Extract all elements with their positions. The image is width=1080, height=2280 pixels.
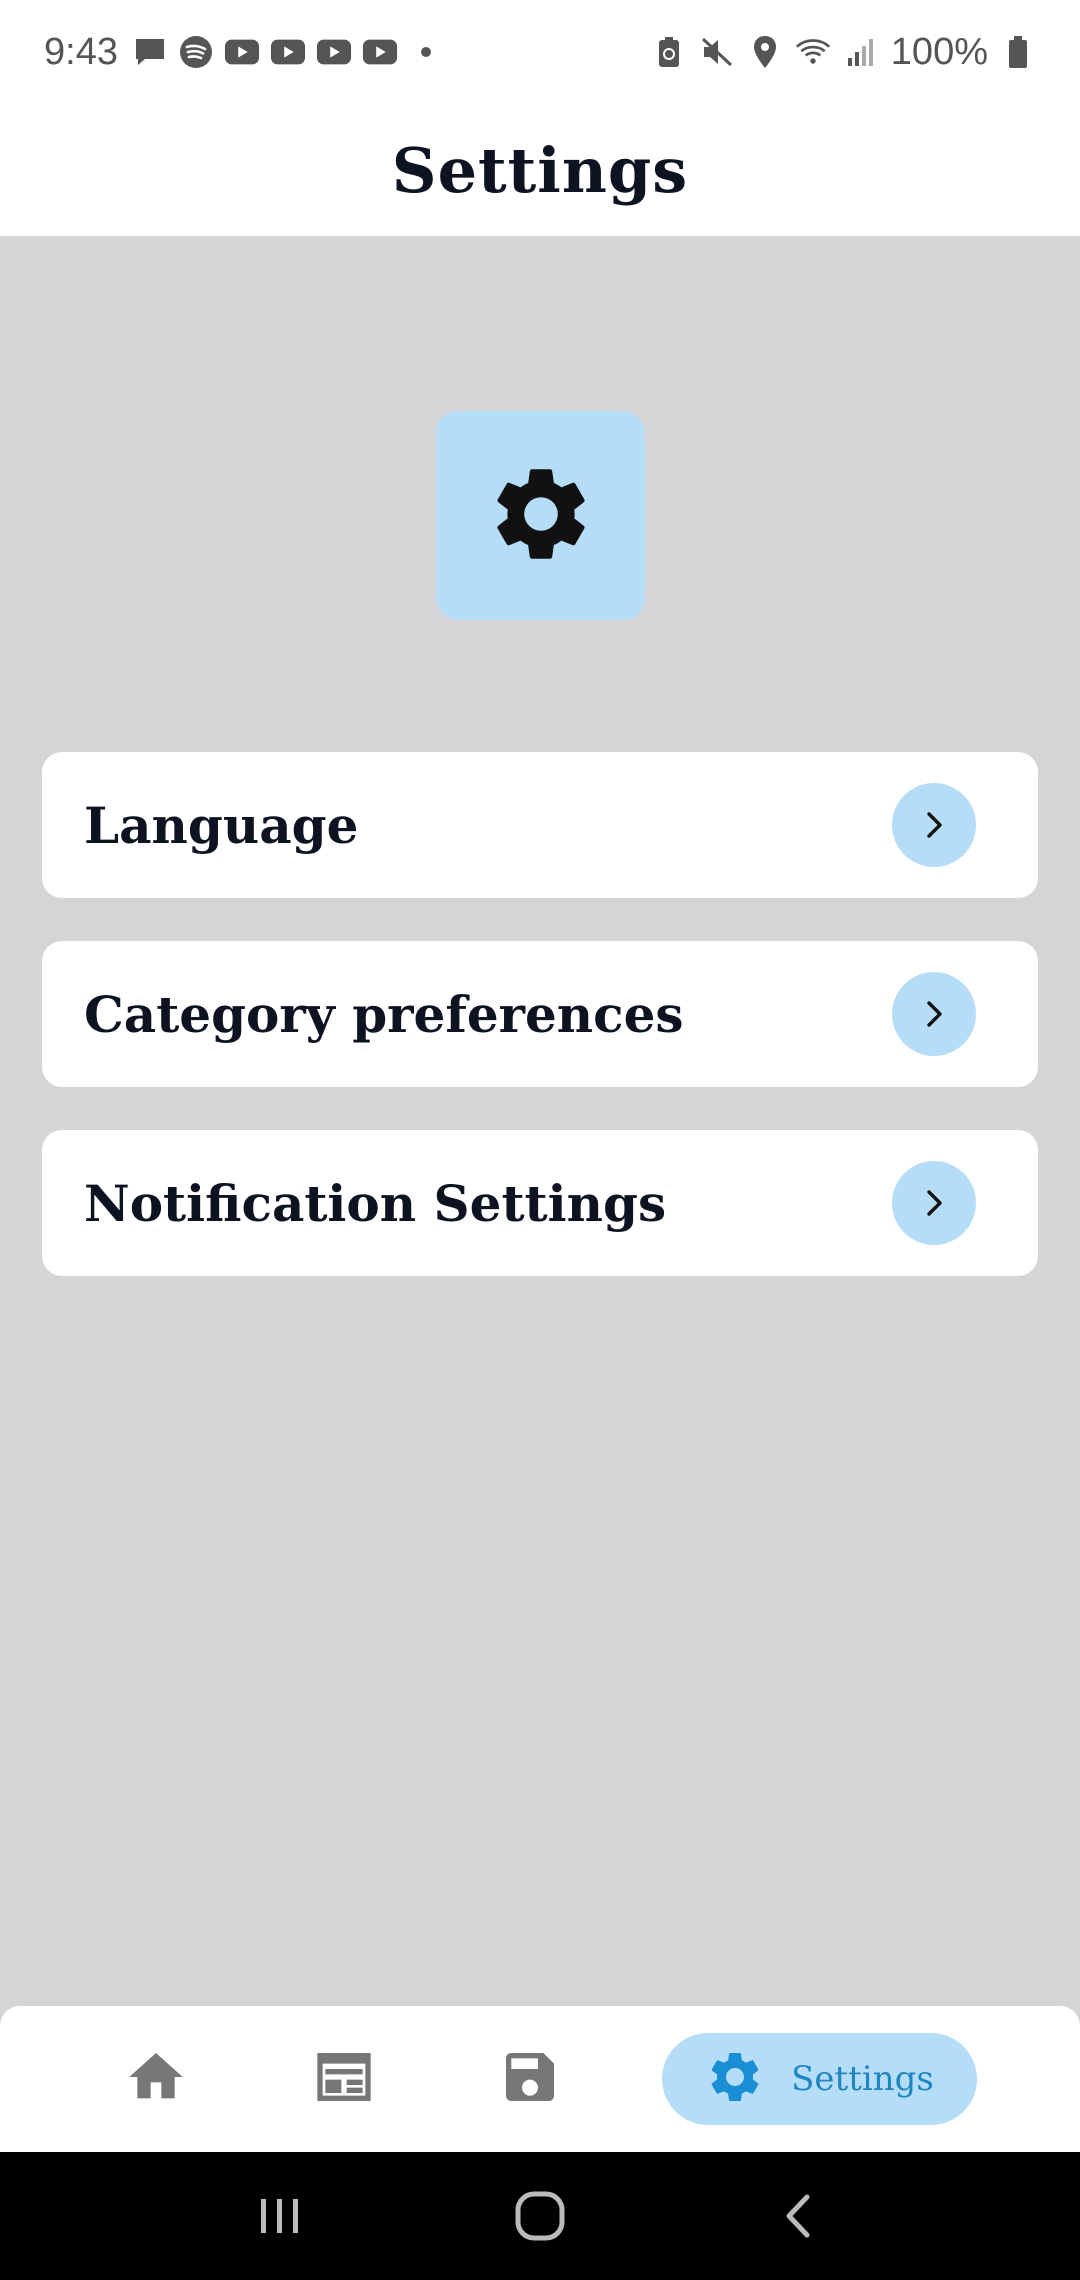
status-notification-icons	[132, 36, 444, 68]
newspaper-icon	[312, 2045, 376, 2113]
bottom-nav: Settings	[0, 2006, 1080, 2152]
location-icon	[747, 36, 783, 68]
nav-saved[interactable]	[484, 2033, 576, 2125]
status-system-icons: 100%	[651, 31, 1036, 74]
signal-icon	[843, 37, 879, 67]
settings-item-notification-settings[interactable]: Notification Settings	[42, 1130, 1038, 1276]
settings-item-label: Language	[84, 795, 359, 855]
settings-item-category-preferences[interactable]: Category preferences	[42, 941, 1038, 1087]
nav-news[interactable]	[298, 2033, 390, 2125]
app-header: Settings	[0, 104, 1080, 236]
message-icon	[132, 37, 168, 67]
dot-icon	[408, 37, 444, 67]
settings-hero-tile	[436, 411, 645, 620]
status-bar: 9:43 100%	[0, 0, 1080, 104]
save-icon	[498, 2045, 562, 2113]
nav-settings[interactable]: Settings	[662, 2033, 977, 2125]
settings-item-label: Category preferences	[84, 984, 684, 1044]
chevron-right-icon[interactable]	[892, 1161, 976, 1245]
gear-icon	[705, 2047, 765, 2111]
chevron-right-icon[interactable]	[892, 972, 976, 1056]
page-title: Settings	[391, 133, 689, 207]
mute-icon	[699, 37, 735, 67]
home-circle-icon[interactable]	[500, 2176, 580, 2256]
settings-item-label: Notification Settings	[84, 1173, 667, 1233]
back-icon[interactable]	[760, 2176, 840, 2256]
nav-home[interactable]	[110, 2033, 202, 2125]
battery-saver-icon	[651, 37, 687, 67]
app-root: 9:43 100% Settings Language Category pre…	[0, 0, 1080, 2280]
recents-icon[interactable]	[240, 2176, 320, 2256]
youtube-icon	[224, 37, 260, 67]
gear-icon	[485, 458, 597, 574]
spotify-icon	[178, 36, 214, 68]
status-time: 9:43	[44, 30, 118, 73]
youtube-icon	[316, 37, 352, 67]
battery-percent: 100%	[890, 30, 988, 73]
nav-settings-label: Settings	[791, 2059, 934, 2099]
settings-list: Language Category preferences Notificati…	[42, 752, 1038, 1319]
wifi-icon	[795, 37, 831, 67]
settings-item-language[interactable]: Language	[42, 752, 1038, 898]
youtube-icon	[362, 37, 398, 67]
home-icon	[124, 2045, 188, 2113]
chevron-right-icon[interactable]	[892, 783, 976, 867]
system-nav-bar	[0, 2152, 1080, 2280]
battery-icon	[1000, 36, 1036, 68]
youtube-icon	[270, 37, 306, 67]
